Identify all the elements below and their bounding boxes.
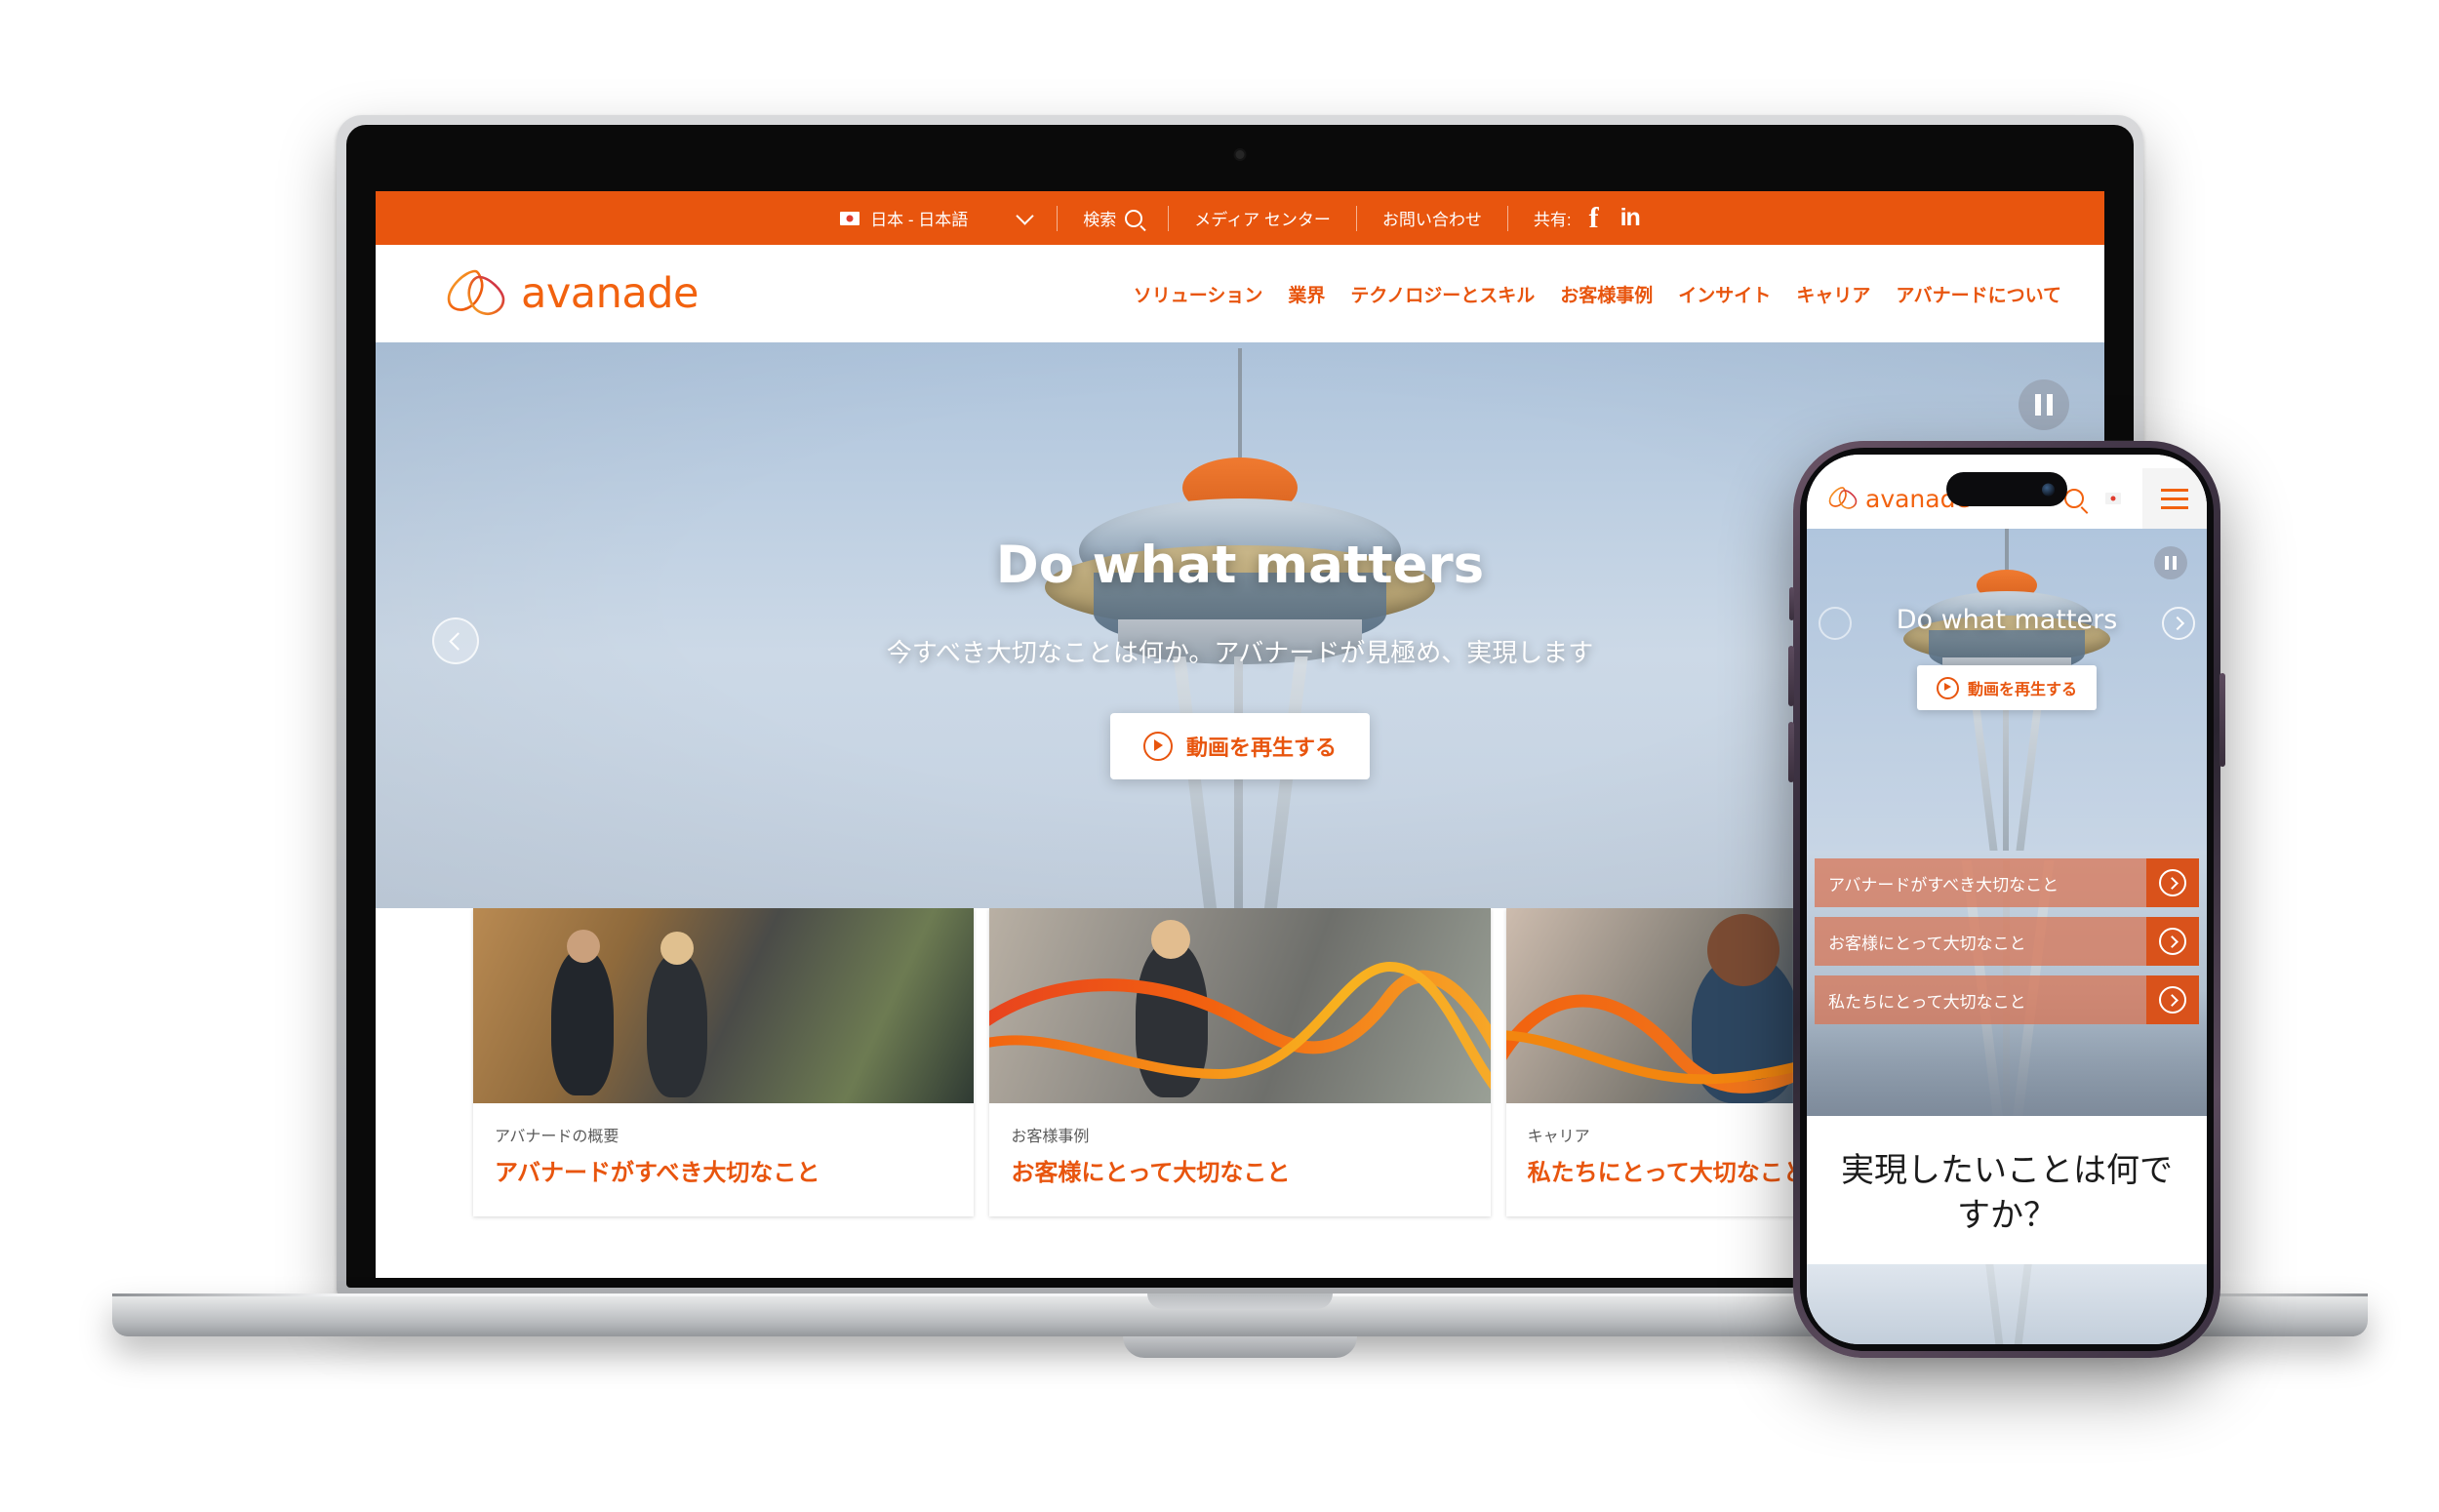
search-icon[interactable] (2064, 489, 2084, 508)
utility-bar: 日本 - 日本語 検索 メディア センター お問い合わせ 共有: f in (376, 191, 2104, 245)
chevron-down-icon (1016, 206, 1034, 225)
accordion-item-go-button[interactable] (2146, 858, 2199, 907)
phone-carousel-next-button[interactable] (2162, 607, 2195, 640)
card-image (473, 908, 975, 1103)
card-kicker: お客様事例 (1011, 1129, 1090, 1145)
main-navigation: avanade ソリューション 業界 テクノロジーとスキル お客様事例 インサイ… (376, 245, 2104, 342)
nav-item-customer-stories[interactable]: お客様事例 (1560, 281, 1653, 307)
chevron-left-icon (448, 631, 467, 651)
phone-accordion-section: アバナードがすべき大切なこと お客様にとって大切なこと 私たちにとって大切なこと (1807, 851, 2207, 1116)
phone-accordion-list: アバナードがすべき大切なこと お客様にとって大切なこと 私たちにとって大切なこと (1807, 858, 2207, 1034)
card-title: アバナードがすべき大切なこと (495, 1160, 820, 1186)
accordion-item[interactable]: お客様にとって大切なこと (1815, 917, 2199, 966)
phone-carousel-prev-button[interactable] (1819, 607, 1852, 640)
search-label: 検索 (1083, 211, 1117, 229)
card-image (989, 908, 1491, 1103)
accordion-item-label: お客様にとって大切なこと (1828, 934, 2026, 953)
accordion-item-label: 私たちにとって大切なこと (1828, 992, 2026, 1012)
phone-hero-title: Do what matters (1896, 605, 2118, 635)
accordion-item[interactable]: アバナードがすべき大切なこと (1815, 858, 2199, 907)
accordion-item-go-button[interactable] (2146, 975, 2199, 1024)
accordion-item-go-button[interactable] (2146, 917, 2199, 966)
phone-volume-up-button[interactable] (1788, 646, 1794, 706)
play-video-button[interactable]: 動画を再生する (1109, 713, 1371, 779)
brand-wordmark: avanade (521, 269, 700, 318)
play-video-label: 動画を再生する (1185, 736, 1338, 760)
feature-card[interactable]: お客様事例 お客様にとって大切なこと (989, 908, 1491, 1216)
facebook-icon[interactable]: f (1589, 203, 1599, 233)
hamburger-menu-icon[interactable] (2142, 468, 2207, 529)
japan-flag-icon (840, 211, 860, 225)
carousel-prev-button[interactable] (432, 617, 479, 664)
space-needle-illustration (1953, 1263, 2060, 1344)
device-mockup-scene: 日本 - 日本語 検索 メディア センター お問い合わせ 共有: f in av… (0, 0, 2439, 1512)
brand-wave-graphic (989, 961, 1491, 1089)
laptop-lid-notch (1147, 1293, 1333, 1309)
avanade-mark-icon (447, 269, 505, 315)
media-center-link[interactable]: メディア センター (1169, 205, 1356, 232)
nav-item-industries[interactable]: 業界 (1288, 281, 1325, 307)
chevron-right-circle-icon (2159, 869, 2186, 896)
phone-hero-carousel: Do what matters 動画を再生する (1807, 529, 2207, 851)
phone-header-actions (2064, 468, 2207, 529)
carousel-pause-button[interactable] (2019, 379, 2069, 430)
accordion-item-label: アバナードがすべき大切なこと (1828, 875, 2059, 895)
dynamic-island (1946, 472, 2067, 506)
phone-screen: avanade Do what matters 動画を再生する アバナードがすべ… (1807, 455, 2207, 1344)
nav-item-insights[interactable]: インサイト (1678, 281, 1771, 307)
laptop-front-lip (1123, 1336, 1357, 1358)
media-center-label: メディア センター (1194, 211, 1331, 229)
nav-item-careers[interactable]: キャリア (1796, 281, 1870, 307)
search-button[interactable]: 検索 (1058, 205, 1168, 232)
phone-device: avanade Do what matters 動画を再生する アバナードがすべ… (1788, 441, 2225, 1358)
nav-item-about[interactable]: アバナードについて (1896, 281, 2061, 307)
locale-label: 日本 - 日本語 (870, 211, 969, 229)
share-group: 共有: f in (1508, 203, 1665, 233)
brand-logo[interactable]: avanade (446, 267, 700, 320)
phone-play-video-label: 動画を再生する (1967, 682, 2078, 698)
phone-carousel-pause-button[interactable] (2154, 546, 2187, 579)
chevron-right-circle-icon (2159, 986, 2186, 1014)
phone-play-video-button[interactable]: 動画を再生する (1916, 665, 2098, 710)
contact-label: お問い合わせ (1381, 211, 1482, 229)
card-title: お客様にとって大切なこと (1011, 1160, 1291, 1186)
nav-item-technology[interactable]: テクノロジーとスキル (1350, 281, 1535, 307)
card-body: お客様事例 お客様にとって大切なこと (989, 1103, 1490, 1216)
phone-next-section-preview (1807, 1263, 2207, 1344)
nav-links: ソリューション 業界 テクノロジーとスキル お客様事例 インサイト キャリア ア… (1134, 281, 2061, 307)
accordion-item[interactable]: 私たちにとって大切なこと (1815, 975, 2199, 1024)
card-kicker: アバナードの概要 (495, 1129, 620, 1145)
phone-power-button[interactable] (2219, 673, 2225, 767)
pause-icon (2165, 556, 2169, 570)
phone-silent-switch[interactable] (1789, 587, 1794, 620)
feature-card[interactable]: アバナードの概要 アバナードがすべき大切なこと (473, 908, 975, 1216)
phone-question-heading: 実現したいことは何ですか？ (1807, 1116, 2207, 1264)
avanade-mark-icon (1828, 487, 1858, 509)
japan-flag-icon[interactable] (2105, 493, 2121, 504)
laptop-webcam-icon (1235, 150, 1245, 159)
play-circle-icon (1142, 732, 1173, 761)
contact-link[interactable]: お問い合わせ (1357, 205, 1507, 232)
chevron-right-icon (2170, 616, 2184, 631)
linkedin-icon[interactable]: in (1620, 206, 1641, 230)
locale-selector[interactable]: 日本 - 日本語 (815, 205, 1057, 232)
chevron-right-circle-icon (2159, 928, 2186, 955)
play-circle-icon (1936, 676, 1959, 699)
phone-volume-down-button[interactable] (1788, 722, 1794, 782)
pause-icon (2035, 394, 2041, 416)
search-icon (1125, 209, 1143, 227)
share-label: 共有: (1533, 211, 1572, 229)
card-body: アバナードの概要 アバナードがすべき大切なこと (473, 1103, 974, 1216)
nav-item-solutions[interactable]: ソリューション (1134, 281, 1263, 307)
